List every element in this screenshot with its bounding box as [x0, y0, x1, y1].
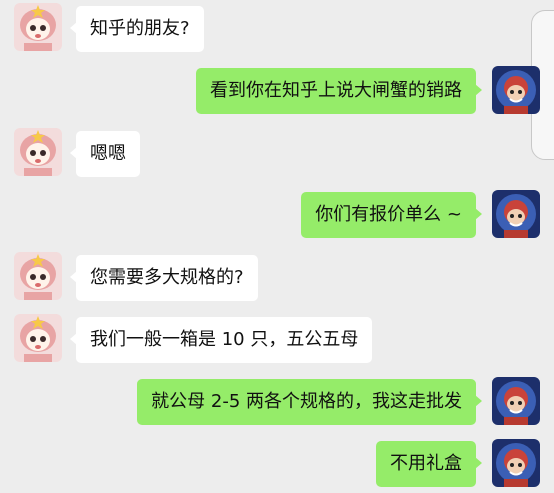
contact-avatar-icon[interactable]	[14, 314, 62, 362]
outgoing-message-bubble[interactable]: 不用礼盒	[376, 441, 482, 487]
contact-avatar-icon[interactable]	[14, 3, 62, 51]
user-avatar-icon[interactable]	[492, 439, 540, 487]
outgoing-message-bubble[interactable]: 你们有报价单么 ~	[301, 192, 482, 238]
incoming-message-bubble[interactable]: 您需要多大规格的?	[70, 255, 258, 301]
user-avatar-icon[interactable]	[492, 377, 540, 425]
contact-avatar-icon[interactable]	[14, 128, 62, 176]
outgoing-message-bubble[interactable]: 就公母 2-5 两各个规格的，我这走批发	[137, 379, 482, 425]
contact-avatar-icon[interactable]	[14, 252, 62, 300]
outgoing-message-bubble[interactable]: 看到你在知乎上说大闸蟹的销路	[196, 68, 482, 114]
incoming-message-bubble[interactable]: 嗯嗯	[70, 131, 140, 177]
user-avatar-icon[interactable]	[492, 190, 540, 238]
incoming-message-bubble[interactable]: 知乎的朋友?	[70, 6, 204, 52]
user-avatar-icon[interactable]	[492, 66, 540, 114]
incoming-message-bubble[interactable]: 我们一般一箱是 10 只，五公五母	[69, 317, 373, 363]
